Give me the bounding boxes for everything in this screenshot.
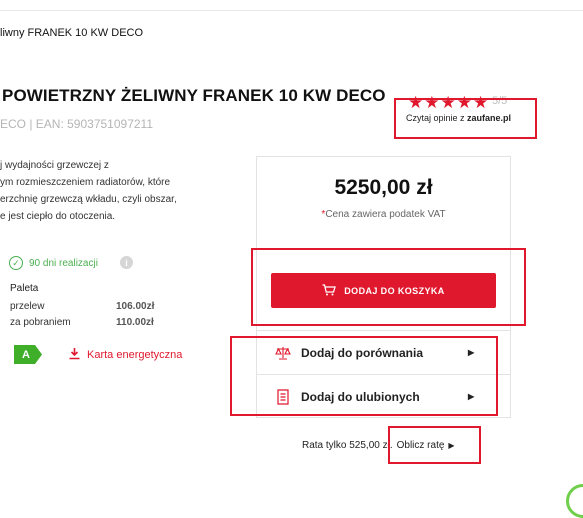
shipping-label: przelew <box>10 301 45 312</box>
highlight-box <box>388 426 481 464</box>
product-description: j wydajności grzewczej z ym rozmieszczen… <box>0 157 230 225</box>
info-icon[interactable]: i <box>120 256 133 269</box>
highlight-box <box>251 248 526 326</box>
description-line: j wydajności grzewczej z <box>0 160 109 171</box>
vat-text: Cena zawiera podatek VAT <box>325 209 446 220</box>
energy-label-link[interactable]: Karta energetyczna <box>68 347 182 363</box>
product-price: 5250,00 zł <box>334 176 433 199</box>
product-title: POWIETRZNY ŻELIWNY FRANEK 10 KW DECO <box>2 86 386 105</box>
shipping-row: za pobraniem 110.00zł <box>10 317 154 328</box>
installment-text: Rata tylko 525,00 zł. <box>302 440 393 451</box>
energy-label-text: Karta energetyczna <box>87 349 183 361</box>
description-line: e jest ciepło do otoczenia. <box>0 211 116 222</box>
shipping-value: 106.00zł <box>116 301 155 312</box>
product-ean: ECO | EAN: 5903751097211 <box>0 117 153 131</box>
availability: ✓ 90 dni realizacji <box>9 256 98 270</box>
description-line: ym rozmieszczeniem radiatorów, które <box>0 177 171 188</box>
shipping-label: za pobraniem <box>10 317 71 328</box>
availability-text: 90 dni realizacji <box>29 257 98 269</box>
shipping-value: 110.00zł <box>116 317 154 328</box>
energy-class-badge: A <box>14 345 42 364</box>
check-circle-icon: ✓ <box>9 256 23 270</box>
chat-widget-button[interactable] <box>566 484 583 518</box>
top-divider <box>0 0 583 11</box>
breadcrumb[interactable]: liwny FRANEK 10 KW DECO <box>0 27 143 39</box>
highlight-box <box>394 98 537 139</box>
vat-note: *Cena zawiera podatek VAT <box>256 209 511 220</box>
shipping-row: przelew 106.00zł <box>10 301 154 312</box>
shipping-title: Paleta <box>10 283 39 294</box>
download-icon <box>68 347 81 363</box>
description-line: erzchnię grzewczą wkładu, czyli obszar, <box>0 194 177 205</box>
highlight-box <box>230 336 498 416</box>
